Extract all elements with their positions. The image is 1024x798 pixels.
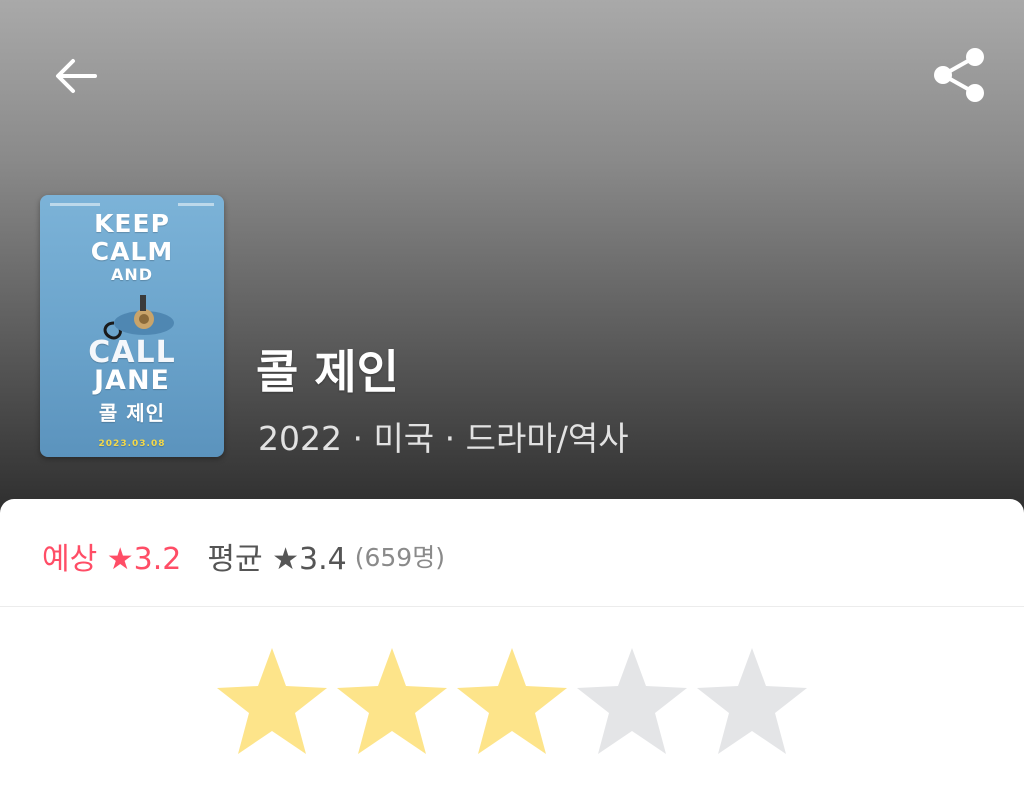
rating-count: (659명) [354, 543, 445, 572]
average-rating-label: 평균 [207, 542, 263, 577]
rating-summary: 예상 ★3.2 평균 ★3.4 (659명) [42, 532, 445, 580]
poster-text-line: CALM [90, 237, 174, 266]
arrow-left-icon [56, 59, 97, 93]
expected-rating: 예상 ★3.2 [42, 534, 181, 578]
star-icon [697, 648, 807, 754]
back-button[interactable] [44, 44, 108, 108]
poster-text-line: JANE [94, 365, 170, 396]
star-1[interactable] [212, 646, 332, 758]
share-icon [934, 48, 984, 102]
average-rating: 평균 ★3.4 [207, 534, 346, 578]
star-4[interactable] [572, 646, 692, 758]
telephone-icon [103, 295, 174, 340]
user-star-rating[interactable] [212, 646, 812, 758]
poster-text-line: AND [110, 265, 154, 284]
star-icon [577, 648, 687, 754]
star-3[interactable] [452, 646, 572, 758]
movie-poster[interactable]: KEEP CALM AND CALL JANE 콜 제인 2023.03.08 [40, 195, 224, 457]
star-icon [337, 648, 447, 754]
star-2[interactable] [332, 646, 452, 758]
star-icon [217, 648, 327, 754]
divider [0, 606, 1024, 607]
poster-credits [50, 201, 214, 209]
poster-text-line: KEEP [94, 209, 170, 238]
poster-text-line: 콜 제인 [98, 401, 166, 425]
movie-meta: 2022 · 미국 · 드라마/역사 [258, 419, 629, 458]
star-icon [457, 648, 567, 754]
expected-rating-label: 예상 [42, 542, 98, 577]
expected-rating-value: ★3.2 [106, 542, 182, 577]
star-5[interactable] [692, 646, 812, 758]
poster-release-date: 2023.03.08 [98, 439, 166, 449]
hero-header: KEEP CALM AND CALL JANE 콜 제인 2023.03.08 … [0, 0, 1024, 530]
share-button[interactable] [924, 40, 994, 110]
average-rating-value: ★3.4 [272, 542, 347, 577]
movie-title: 콜 제인 [256, 345, 399, 399]
